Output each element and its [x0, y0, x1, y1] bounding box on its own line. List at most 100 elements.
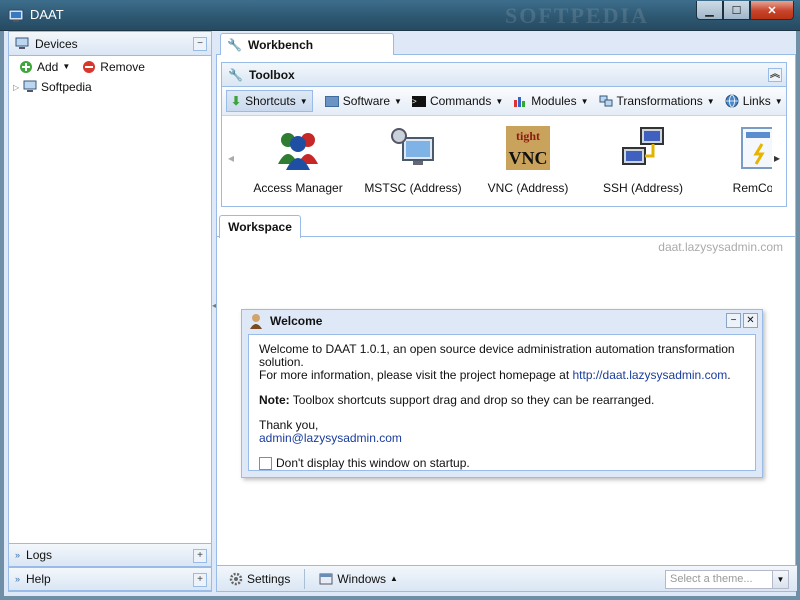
- settings-button[interactable]: Settings: [225, 570, 294, 588]
- software-menu-button[interactable]: Software ▼: [321, 90, 406, 112]
- email-link[interactable]: admin@lazysysadmin.com: [259, 431, 402, 445]
- collapse-toolbox-button[interactable]: ︽: [768, 68, 782, 82]
- theme-select-input[interactable]: Select a theme...: [665, 570, 773, 589]
- modules-label: Modules: [531, 94, 577, 108]
- client-area: Devices − Add ▼ Remove ▷ Softpedia » Log…: [4, 31, 797, 596]
- scroll-right-icon[interactable]: ▸: [770, 142, 784, 174]
- vnc-icon: tight VNC: [506, 126, 550, 170]
- welcome-period: .: [727, 368, 731, 382]
- windows-button[interactable]: Windows ▲: [315, 570, 402, 588]
- users-icon: [278, 133, 318, 170]
- shortcuts-label: Shortcuts: [245, 94, 296, 108]
- startup-checkbox-row[interactable]: Don't display this window on startup.: [259, 457, 745, 470]
- toolbox-menu: ⬇ Shortcuts ▼ Software ▼ > Commands ▼ Mo…: [222, 87, 786, 116]
- svg-text:tight: tight: [516, 129, 540, 143]
- startup-checkbox[interactable]: [259, 457, 272, 470]
- help-label: Help: [26, 572, 51, 586]
- maximize-button[interactable]: ☐: [723, 1, 750, 20]
- close-button[interactable]: ✕: [750, 1, 794, 20]
- logs-label: Logs: [26, 548, 53, 562]
- workbench-body: 🔧 Toolbox ︽ ⬇ Shortcuts ▼ Software ▼ > C…: [216, 55, 797, 592]
- transformations-menu-button[interactable]: Transformations ▼: [595, 90, 719, 112]
- tree-node-softpedia[interactable]: ▷ Softpedia: [9, 78, 211, 96]
- links-menu-button[interactable]: Links ▼: [721, 90, 787, 112]
- commands-menu-button[interactable]: > Commands ▼: [408, 90, 507, 112]
- expand-logs-button[interactable]: +: [193, 549, 207, 563]
- close-window-button[interactable]: ✕: [743, 313, 758, 328]
- expand-arrow-icon[interactable]: ▷: [13, 83, 23, 92]
- workbench-tab-label: Workbench: [247, 38, 314, 52]
- software-label: Software: [342, 94, 391, 108]
- links-label: Links: [742, 94, 771, 108]
- terminal-icon: >: [411, 95, 426, 107]
- tree-node-label: Softpedia: [41, 80, 92, 94]
- shortcut-mstsc[interactable]: MSTSC (Address): [355, 122, 471, 195]
- download-arrow-icon: ⬇: [231, 94, 242, 108]
- bottom-panels: » Logs + » Help +: [9, 543, 211, 591]
- separator: [304, 568, 306, 589]
- tab-workspace[interactable]: Workspace: [219, 215, 301, 238]
- scroll-left-icon[interactable]: ◂: [224, 142, 238, 174]
- logs-header[interactable]: » Logs +: [9, 543, 211, 567]
- shortcut-access-manager[interactable]: Access Manager: [240, 122, 356, 195]
- welcome-line2: For more information, please visit the p…: [259, 369, 745, 382]
- help-icon: »: [15, 574, 21, 584]
- shortcut-label: SSH (Address): [602, 181, 684, 195]
- globe-icon: [725, 94, 739, 108]
- welcome-user-icon: [250, 314, 262, 329]
- window-title: DAAT: [30, 7, 64, 22]
- note-label: Note:: [259, 393, 290, 407]
- workbench-tabstrip: 🔧 Workbench: [216, 31, 796, 56]
- add-button[interactable]: Add ▼: [15, 58, 74, 76]
- toolbox-header: 🔧 Toolbox ︽: [222, 63, 786, 87]
- minimize-window-button[interactable]: −: [726, 313, 741, 328]
- shortcuts-area: ◂ Access Manager MSTSC (Address) tight V…: [222, 116, 786, 204]
- theme-dropdown-trigger[interactable]: ▼: [773, 570, 789, 589]
- doc-icon: [741, 127, 772, 169]
- shortcuts-list: Access Manager MSTSC (Address) tight VNC…: [240, 122, 772, 202]
- computer-icon: [23, 80, 37, 92]
- tab-workbench[interactable]: 🔧 Workbench: [220, 33, 394, 56]
- welcome-header[interactable]: Welcome: [242, 310, 762, 332]
- main-area: 🔧 Workbench 🔧 Toolbox ︽ ⬇ Shortcuts ▼ So…: [216, 31, 797, 592]
- devices-panel: Devices − Add ▼ Remove ▷ Softpedia » Log…: [8, 31, 212, 592]
- folder-icon: [324, 95, 339, 107]
- logs-icon: »: [15, 550, 21, 560]
- wrench-icon: 🔧: [227, 38, 242, 52]
- shortcuts-menu-button[interactable]: ⬇ Shortcuts ▼: [226, 90, 313, 112]
- svg-text:VNC: VNC: [509, 148, 548, 168]
- workspace-tab-label: Workspace: [228, 220, 292, 234]
- watermark: SOFTPEDIA: [505, 3, 649, 28]
- welcome-line1: Welcome to DAAT 1.0.1, an open source de…: [259, 342, 735, 369]
- shortcut-ssh[interactable]: SSH (Address): [585, 122, 701, 195]
- expand-help-button[interactable]: +: [193, 573, 207, 587]
- chevron-down-icon: ▼: [774, 96, 783, 106]
- collapse-button[interactable]: −: [193, 37, 207, 51]
- welcome-window: Welcome − ✕ Welcome to DAAT 1.0.1, an op…: [241, 309, 763, 478]
- chevron-up-icon: ▲: [390, 574, 398, 583]
- remove-button[interactable]: Remove: [78, 58, 149, 76]
- chevron-down-icon: ▼: [62, 62, 71, 71]
- transformations-label: Transformations: [616, 94, 703, 108]
- devices-toolbar: Add ▼ Remove: [9, 56, 211, 78]
- help-header[interactable]: » Help +: [9, 567, 211, 591]
- settings-label: Settings: [247, 571, 291, 586]
- toolbox-panel: 🔧 Toolbox ︽ ⬇ Shortcuts ▼ Software ▼ > C…: [221, 62, 787, 207]
- modules-menu-button[interactable]: Modules ▼: [509, 90, 592, 112]
- network-computers-icon: [622, 127, 664, 165]
- welcome-line2-text: For more information, please visit the p…: [259, 368, 570, 382]
- add-icon: [20, 60, 32, 73]
- homepage-link[interactable]: http://daat.lazysysadmin.com: [573, 368, 728, 382]
- toolbox-title: Toolbox: [248, 67, 295, 82]
- startup-checkbox-label: Don't display this window on startup.: [276, 456, 470, 470]
- shortcut-vnc[interactable]: tight VNC VNC (Address): [470, 122, 586, 195]
- shortcut-label: VNC (Address): [487, 181, 569, 195]
- transform-icon: [599, 95, 613, 107]
- shortcut-label: RemCom: [732, 181, 772, 195]
- devices-header: Devices −: [9, 32, 211, 56]
- note-text: Toolbox shortcuts support drag and drop …: [292, 393, 655, 407]
- minimize-button[interactable]: ▁: [696, 1, 723, 20]
- remove-icon: [83, 60, 96, 73]
- shortcut-remcom[interactable]: RemCom: [700, 122, 772, 195]
- chevron-down-icon: ▼: [495, 96, 504, 106]
